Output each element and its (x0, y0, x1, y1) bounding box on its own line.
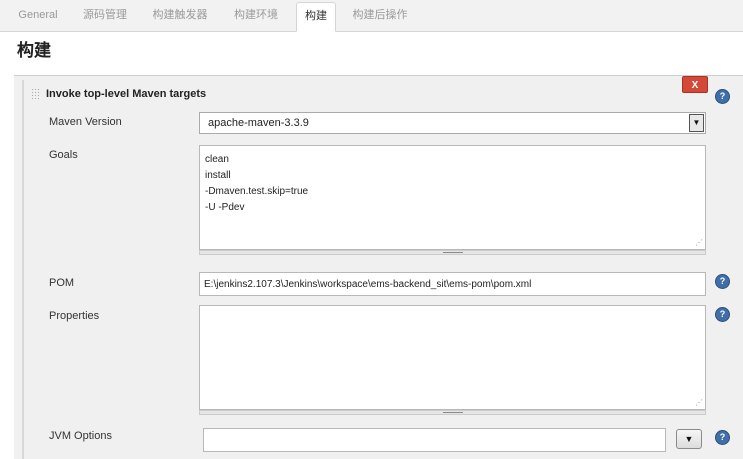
pom-input[interactable]: E:\jenkins2.107.3\Jenkins\workspace\ems-… (199, 272, 706, 296)
pom-label: POM (49, 277, 75, 289)
help-icon[interactable]: ? (716, 308, 729, 321)
drag-handle-icon[interactable] (31, 88, 40, 101)
tab-post-build-actions[interactable]: 构建后操作 (342, 4, 418, 31)
goals-line: clean (205, 154, 229, 165)
step-title: Invoke top-level Maven targets (46, 88, 207, 100)
pom-value: E:\jenkins2.107.3\Jenkins\workspace\ems-… (204, 279, 532, 290)
delete-step-button[interactable]: X (682, 76, 708, 93)
goals-line: -Dmaven.test.skip=true (205, 186, 309, 197)
help-icon[interactable]: ? (716, 275, 729, 288)
goals-line: install (205, 170, 231, 181)
goals-lines: clean install -Dmaven.test.skip=true -U … (205, 152, 308, 216)
jvm-options-expand-button[interactable]: ▼ (676, 429, 702, 449)
tab-build[interactable]: 构建 (296, 2, 336, 32)
goals-expand-bar[interactable] (199, 250, 706, 255)
jvm-options-label: JVM Options (49, 430, 112, 442)
page-title: 构建 (17, 41, 51, 60)
resize-grip-icon[interactable]: ⋰ (695, 399, 703, 407)
goals-line: -U -Pdev (205, 202, 245, 213)
tab-build-triggers[interactable]: 构建触发器 (142, 4, 218, 31)
maven-version-value: apache-maven-3.3.9 (208, 117, 309, 129)
tab-source-control[interactable]: 源码管理 (74, 4, 136, 31)
chevron-down-icon[interactable]: ▼ (689, 114, 704, 132)
properties-expand-bar[interactable] (199, 410, 706, 415)
maven-version-label: Maven Version (49, 116, 122, 128)
properties-label: Properties (49, 310, 100, 322)
goals-textarea[interactable]: clean install -Dmaven.test.skip=true -U … (199, 145, 706, 250)
jvm-options-input[interactable] (203, 428, 666, 452)
resize-grip-icon[interactable]: ⋰ (695, 239, 703, 247)
tab-build-environment[interactable]: 构建环境 (224, 4, 288, 31)
help-icon[interactable]: ? (716, 431, 729, 444)
tab-general[interactable]: General (8, 4, 68, 31)
goals-label: Goals (49, 149, 78, 161)
tab-bar: General 源码管理 构建触发器 构建环境 构建 构建后操作 (0, 0, 743, 32)
properties-textarea[interactable]: ⋰ (199, 305, 706, 410)
help-icon[interactable]: ? (716, 90, 729, 103)
maven-version-select[interactable]: apache-maven-3.3.9 ▼ (199, 112, 706, 134)
